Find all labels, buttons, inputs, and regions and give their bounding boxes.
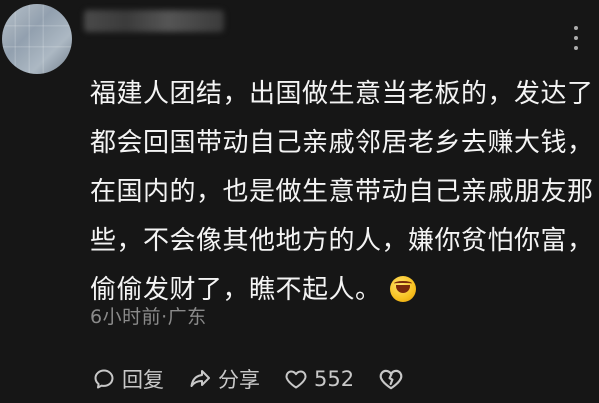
comment-meta: 6小时前·广东 [90,302,207,329]
dislike-button[interactable] [378,366,410,392]
broken-heart-icon [379,369,403,390]
comment-time: 6小时前 [90,306,162,328]
reply-bubble-icon [94,369,114,389]
more-dots-icon[interactable] [567,26,585,50]
username-blurred[interactable] [84,10,224,32]
comment-text: 福建人团结，出国做生意当老板的，发达了 都会回国带动自己亲戚邻居老乡去赚大钱， … [90,70,594,315]
comment-line-text: 偷偷发财了，瞧不起人。 [90,275,382,305]
share-button[interactable]: 分享 [188,364,260,394]
heart-icon [285,370,307,389]
dot-icon [574,26,578,30]
comment-line: 些，不会像其他地方的人，嫌你贫怕你富， [90,226,594,256]
share-arrow-icon [190,370,210,387]
laughing-tears-emoji-icon [389,276,416,302]
avatar[interactable] [2,4,72,74]
comment-actions: 回复 分享 552 [92,362,434,396]
reply-button[interactable]: 回复 [92,364,164,394]
share-label: 分享 [218,368,260,392]
dot-icon [574,46,578,50]
like-button[interactable]: 552 [284,367,354,391]
dot-icon [574,36,578,40]
comment-line: 福建人团结，出国做生意当老板的，发达了 [90,79,594,109]
comment-line: 在国内的，也是做生意带动自己亲戚朋友那 [90,177,594,207]
comment-location: 广东 [167,306,207,328]
comment-line: 都会回国带动自己亲戚邻居老乡去赚大钱， [90,128,594,158]
like-count: 552 [314,367,355,391]
reply-label: 回复 [122,368,164,392]
